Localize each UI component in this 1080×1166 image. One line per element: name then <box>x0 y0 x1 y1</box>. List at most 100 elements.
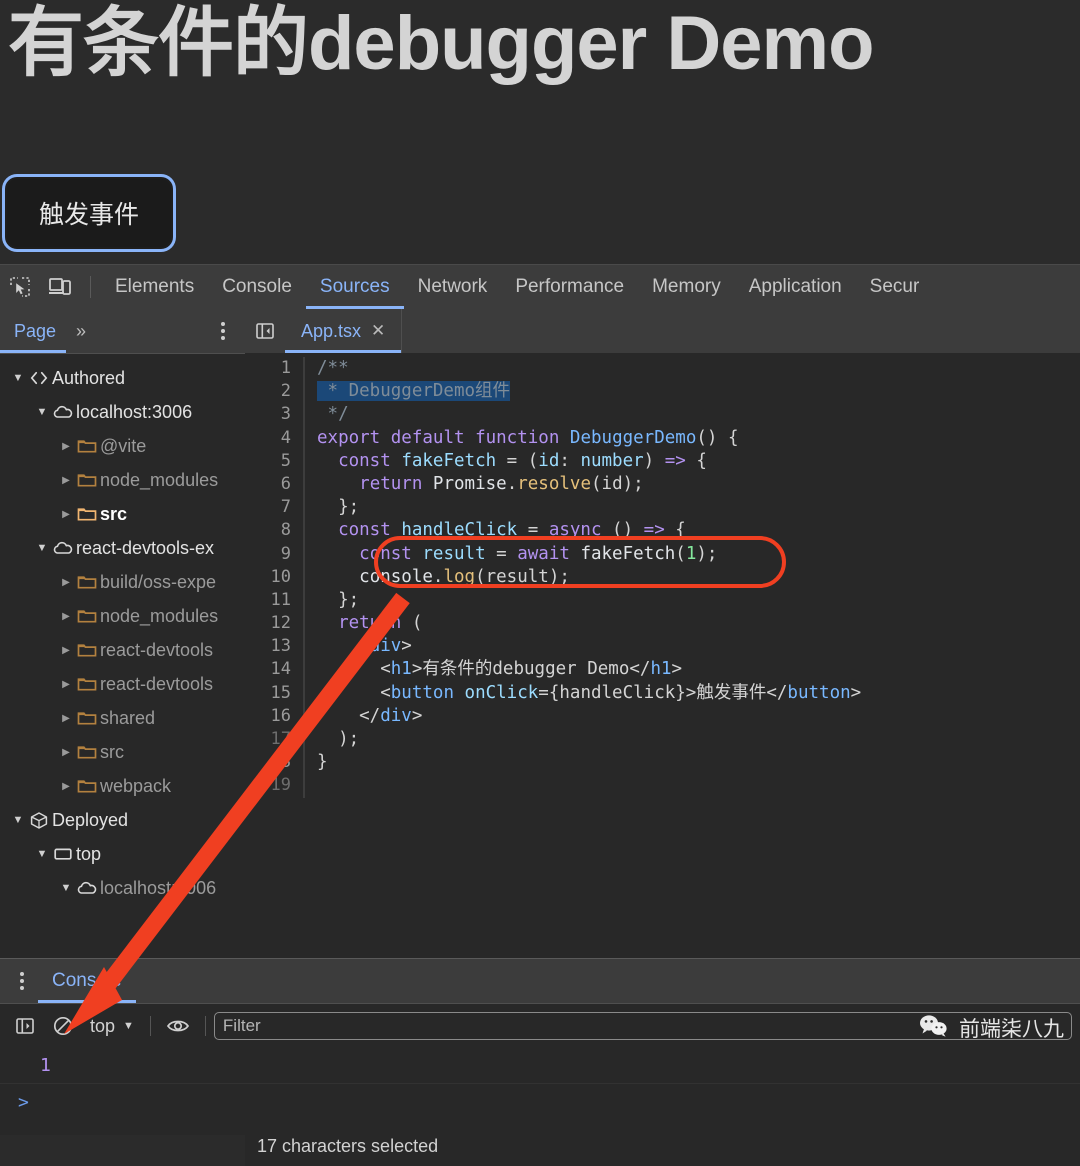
code-text: const result = await fakeFetch(1); <box>359 543 718 564</box>
chevron-right-icon[interactable] <box>58 611 74 622</box>
tab-secur[interactable]: Secur <box>856 265 934 309</box>
tree-item[interactable]: react-devtools <box>0 667 245 701</box>
inspect-element-icon[interactable] <box>0 267 40 307</box>
line-number: 3 <box>280 404 291 425</box>
chevron-right-icon[interactable] <box>58 441 74 452</box>
console-prompt[interactable]: > <box>0 1084 1080 1120</box>
code-text: } <box>317 752 328 773</box>
device-toolbar-icon[interactable] <box>40 267 80 307</box>
tree-item[interactable]: @vite <box>0 429 245 463</box>
tab-application[interactable]: Application <box>735 265 856 309</box>
folder-icon <box>74 641 100 659</box>
chevron-down-icon[interactable] <box>10 814 26 826</box>
code-text: return Promise.resolve(id); <box>359 473 644 494</box>
folder-icon <box>74 471 100 489</box>
code-text: ); <box>317 729 360 749</box>
tree-item[interactable]: Deployed <box>0 803 245 837</box>
more-tools-icon[interactable] <box>10 959 34 1003</box>
tree-item[interactable]: build/oss-expe <box>0 565 245 599</box>
trigger-event-button[interactable]: 触发事件 <box>5 177 173 249</box>
tree-item-label: top <box>76 843 102 864</box>
chevron-right-icon[interactable] <box>58 747 74 758</box>
line-number: 17 <box>270 729 291 749</box>
show-navigator-icon[interactable] <box>245 311 285 351</box>
more-tabs-icon[interactable]: » <box>66 321 96 342</box>
code-line: 16 </div> <box>245 704 1080 728</box>
line-number: 4 <box>280 427 291 448</box>
close-icon[interactable]: ✕ <box>371 321 385 341</box>
console-message: 1 <box>0 1047 1080 1084</box>
chevron-down-icon[interactable] <box>58 882 74 894</box>
chevron-right-icon[interactable] <box>58 781 74 792</box>
tree-item[interactable]: Authored <box>0 361 245 395</box>
tree-item[interactable]: react-devtools <box>0 633 245 667</box>
line-number: 2 <box>280 381 291 402</box>
folder-icon <box>74 607 100 625</box>
tree-item[interactable]: node_modules <box>0 463 245 497</box>
console-sidebar-icon[interactable] <box>6 1007 44 1045</box>
tab-sources[interactable]: Sources <box>306 265 404 309</box>
chevron-down-icon[interactable] <box>34 406 50 418</box>
selection-status-text: 17 characters selected <box>257 1135 439 1156</box>
live-expression-icon[interactable] <box>159 1007 197 1045</box>
tree-item[interactable]: react-devtools-ex <box>0 531 245 565</box>
code-text: console.log(result); <box>359 566 570 587</box>
chevron-right-icon[interactable] <box>58 679 74 690</box>
navigator-header: Page » <box>0 309 245 354</box>
tree-item[interactable]: src <box>0 497 245 531</box>
tab-memory[interactable]: Memory <box>638 265 735 309</box>
code-viewer[interactable]: 1/** 2 * DebuggerDemo组件 3 */4 export defaul… <box>245 353 1080 1020</box>
tree-item-label: react-devtools <box>100 673 214 694</box>
drawer-tabbar: Console <box>0 959 1080 1004</box>
clear-console-icon[interactable] <box>44 1007 82 1045</box>
code-text: <div> <box>317 636 412 657</box>
chevron-right-icon[interactable] <box>58 577 74 588</box>
cube-icon <box>26 811 52 829</box>
chevron-down-icon: ▼ <box>123 1020 134 1032</box>
tree-item[interactable]: src <box>0 735 245 769</box>
chevron-down-icon[interactable] <box>34 848 50 860</box>
cloud-icon <box>74 879 100 897</box>
code-line: 10 console.log(result); <box>245 565 1080 589</box>
code-text: /** <box>317 358 349 378</box>
code-text: const fakeFetch = (id: number) => { <box>338 450 707 471</box>
execution-context-selector[interactable]: top ▼ <box>82 1016 142 1037</box>
tree-item-label: node_modules <box>100 605 219 626</box>
tree-item[interactable]: shared <box>0 701 245 735</box>
toolbar-divider <box>204 1016 206 1036</box>
tab-performance[interactable]: Performance <box>501 265 638 309</box>
tab-console[interactable]: Console <box>208 265 306 309</box>
file-tree: Authoredlocalhost:3006@vitenode_moduless… <box>0 354 245 905</box>
tree-item[interactable]: localhost:3006 <box>0 871 245 905</box>
code-line: 6 return Promise.resolve(id); <box>245 472 1080 497</box>
chevron-down-icon[interactable] <box>10 372 26 384</box>
code-line: 19 <box>245 774 1080 798</box>
tab-network[interactable]: Network <box>404 265 502 309</box>
code-line: 8 const handleClick = async () => { <box>245 519 1080 543</box>
line-number: 6 <box>280 473 291 494</box>
tree-item-label: build/oss-expe <box>100 571 217 592</box>
drawer-tab-console[interactable]: Console <box>38 959 136 1003</box>
tree-item[interactable]: top <box>0 837 245 871</box>
line-number: 12 <box>270 613 291 634</box>
chevron-right-icon[interactable] <box>58 713 74 724</box>
line-number: 1 <box>280 358 291 378</box>
more-options-icon[interactable] <box>211 309 235 353</box>
chevron-right-icon[interactable] <box>58 509 74 520</box>
tree-item[interactable]: webpack <box>0 769 245 803</box>
folder-icon <box>74 505 100 523</box>
execution-context-label: top <box>90 1015 116 1036</box>
editor-tab-app-tsx[interactable]: App.tsx ✕ <box>285 309 403 353</box>
tab-elements[interactable]: Elements <box>101 265 208 309</box>
folder-icon <box>74 437 100 455</box>
tree-item[interactable]: node_modules <box>0 599 245 633</box>
chevron-down-icon[interactable] <box>34 542 50 554</box>
console-drawer: Console top ▼ Filter 1 > <box>0 958 1080 1135</box>
chevron-right-icon[interactable] <box>58 645 74 656</box>
chevron-right-icon[interactable] <box>58 475 74 486</box>
line-number: 11 <box>270 589 291 610</box>
line-number: 14 <box>270 659 291 680</box>
tree-item-label: src <box>100 741 124 762</box>
tree-item[interactable]: localhost:3006 <box>0 395 245 429</box>
tab-page[interactable]: Page <box>0 309 66 353</box>
